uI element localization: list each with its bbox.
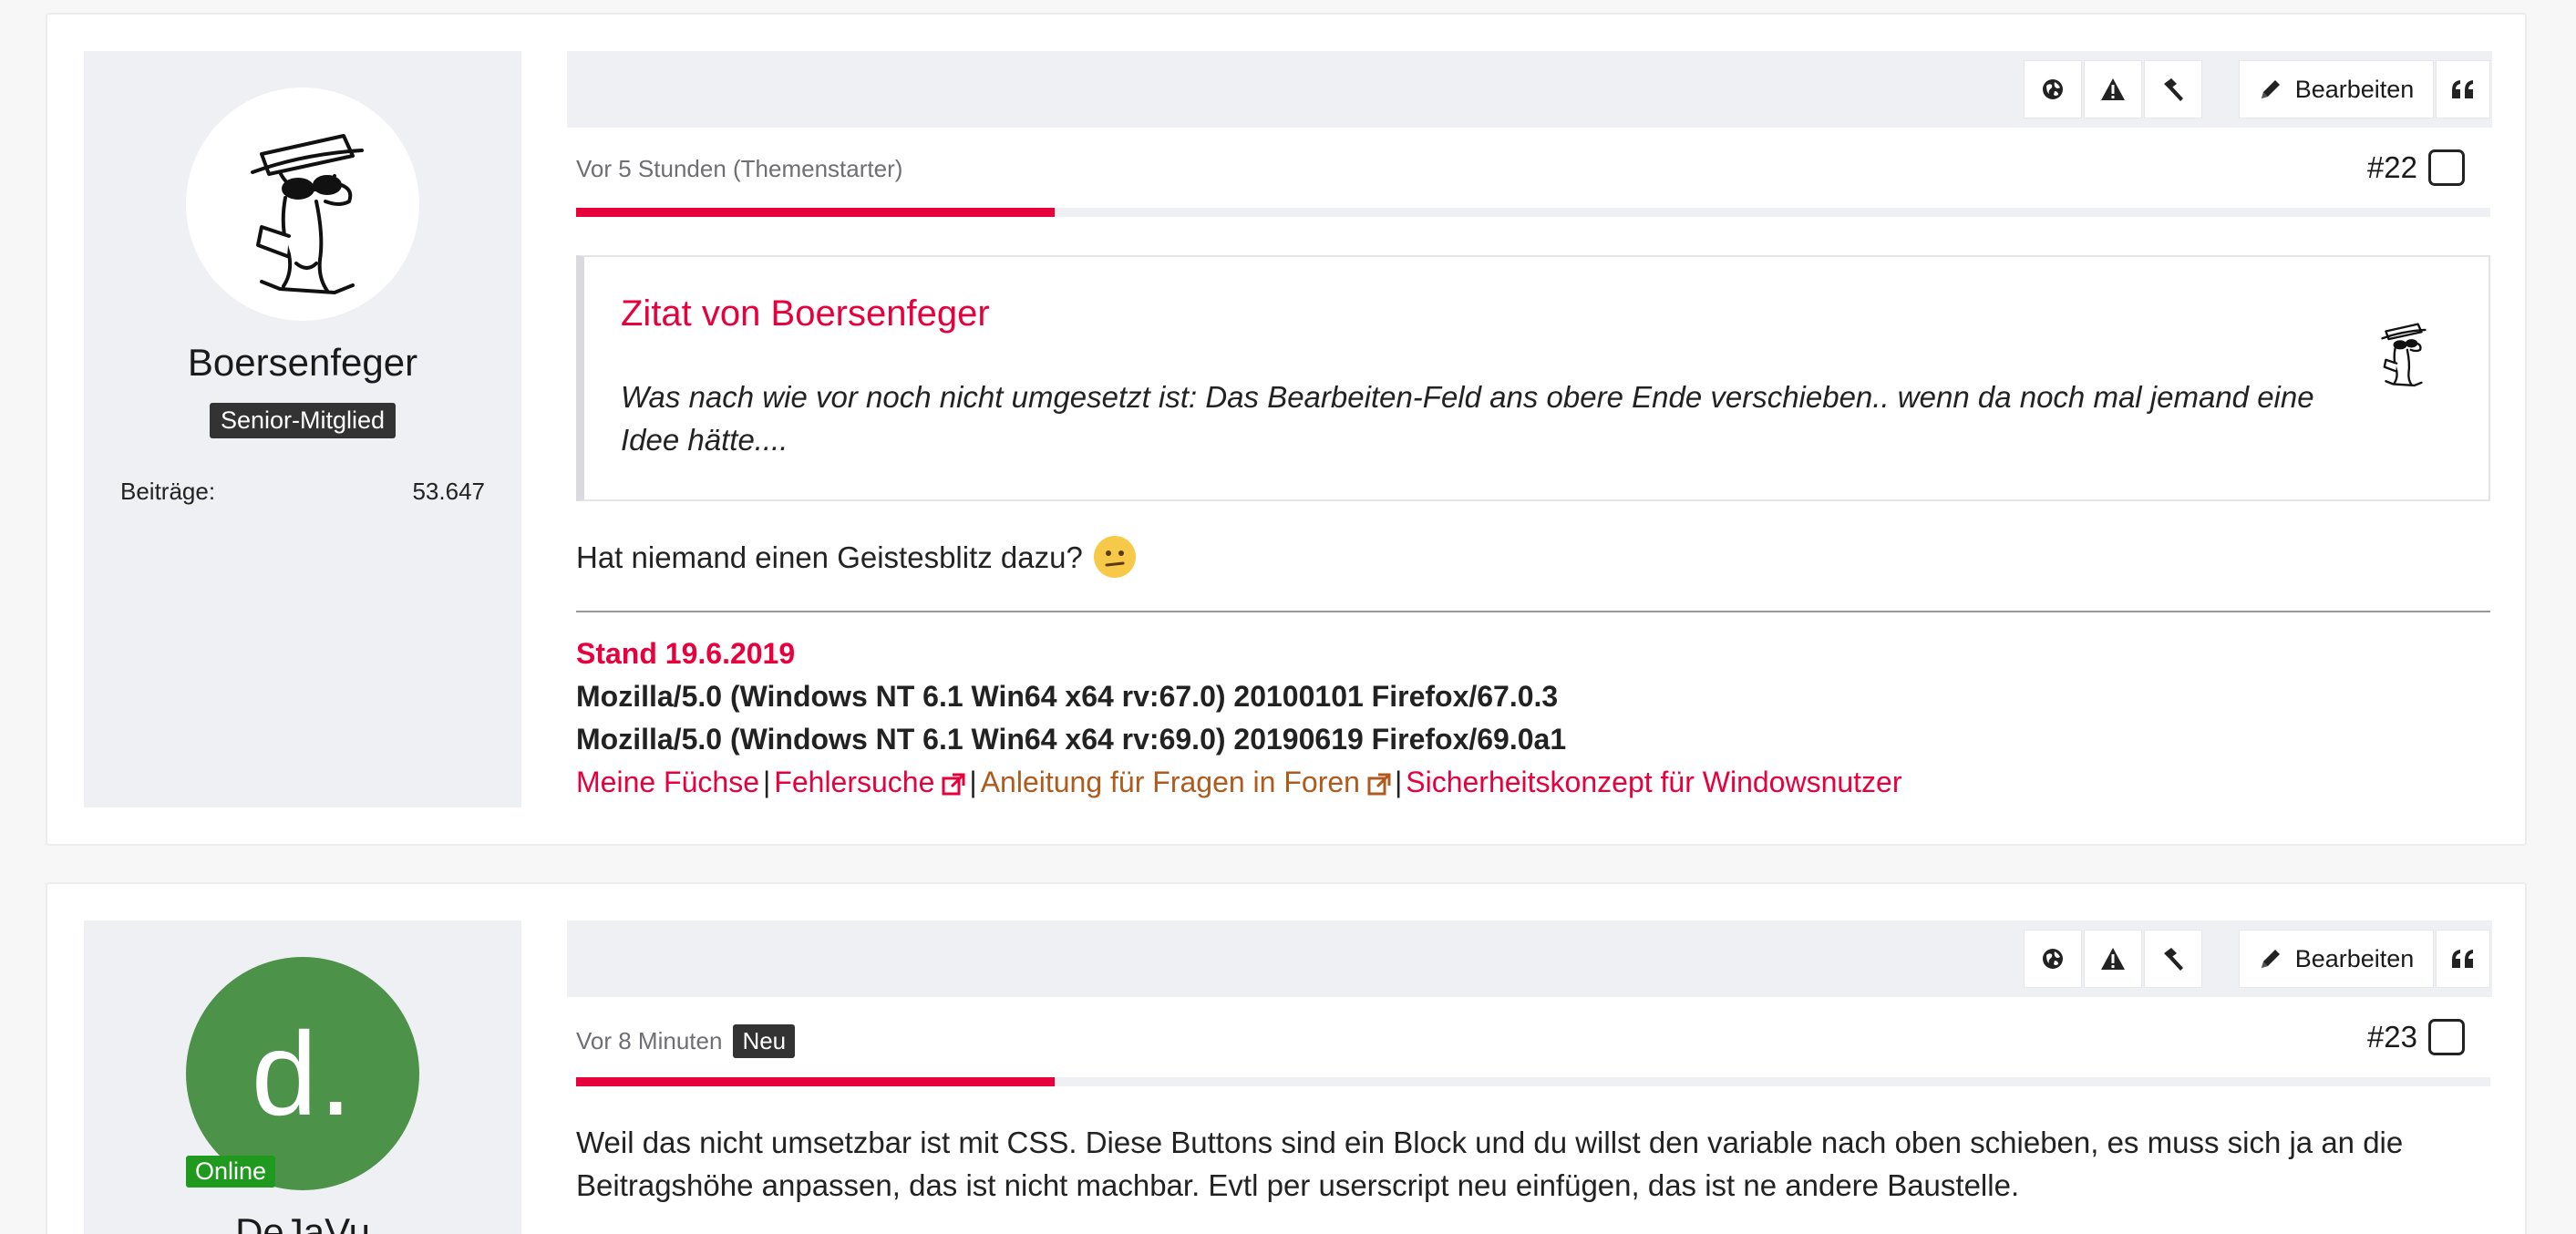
report-button[interactable] [2084, 60, 2142, 118]
rank-container: Senior-Mitglied [84, 403, 521, 438]
quote-button[interactable] [2436, 60, 2490, 118]
post-toolbar: Bearbeiten [567, 920, 2492, 997]
reading-progress-fill [576, 1077, 1055, 1086]
external-link-icon [1367, 773, 1391, 796]
globe-icon [2043, 949, 2063, 969]
signature-link-troubleshooting[interactable]: Fehlersuche [774, 761, 965, 804]
rank-badge: Senior-Mitglied [209, 403, 397, 438]
author-sidebar: d. Online DeJaVu [84, 920, 521, 1234]
quote-button[interactable] [2436, 930, 2490, 988]
signature-link-foxes[interactable]: Meine Füchse [576, 761, 759, 804]
edit-button[interactable]: Bearbeiten [2239, 60, 2434, 118]
pencil-icon [2261, 80, 2280, 98]
edit-label: Bearbeiten [2294, 944, 2415, 972]
stat-value: 53.647 [412, 478, 485, 505]
reading-progress-bar [576, 208, 2490, 217]
external-link-icon [942, 773, 965, 796]
signature-links: Meine Füchse | Fehlersuche | Anleitung f… [576, 761, 2492, 804]
separator: | [1394, 766, 1403, 798]
post-time-wrap: Vor 8 Minuten Neu [576, 1024, 796, 1058]
post-main: Bearbeiten Vor 8 Minuten Neu #23 Weil da… [567, 920, 2492, 1207]
hammer-icon [2164, 78, 2183, 101]
avatar-letter: d. [251, 1007, 355, 1140]
confused-emoji-icon [1093, 536, 1136, 578]
post-main: Bearbeiten Vor 5 Stunden (Themenstarter)… [567, 51, 2492, 804]
post-meta: Vor 5 Stunden (Themenstarter) #22 [567, 128, 2492, 219]
author-name[interactable]: Boersenfeger [84, 341, 521, 385]
pencil-icon [2261, 950, 2280, 968]
quote-author-avatar-icon [2381, 323, 2427, 387]
reading-progress-fill [576, 208, 1055, 217]
post-time[interactable]: Vor 8 Minuten [576, 1027, 722, 1055]
post-time[interactable]: Vor 5 Stunden (Themenstarter) [576, 155, 902, 183]
post-count-stat: Beiträge: 53.647 [120, 478, 485, 506]
new-badge: Neu [733, 1024, 796, 1058]
select-post-checkbox[interactable] [2428, 1019, 2465, 1055]
post-time-wrap: Vor 5 Stunden (Themenstarter) [576, 155, 902, 183]
post: Boersenfeger Senior-Mitglied Beiträge: 5… [46, 13, 2527, 846]
reply-text: Hat niemand einen Geistesblitz dazu? [576, 540, 1083, 574]
signature-date: Stand 19.6.2019 [576, 637, 796, 670]
signature: Stand 19.6.2019 Mozilla/5.0 (Windows NT … [576, 632, 2492, 804]
signature-divider [576, 611, 2490, 612]
avatar[interactable] [186, 87, 419, 321]
separator: | [969, 766, 977, 798]
ip-button[interactable] [2024, 60, 2082, 118]
signature-user-agent-1: Mozilla/5.0 (Windows NT 6.1 Win64 x64 rv… [576, 680, 1559, 713]
spy-dog-avatar-icon [251, 134, 364, 294]
post-content: Hat niemand einen Geistesblitz dazu? [576, 534, 2490, 580]
warning-icon [2101, 948, 2125, 970]
report-button[interactable] [2084, 930, 2142, 988]
quote-text: Was nach wie vor noch nicht umgesetzt is… [621, 380, 2314, 457]
avatar-image[interactable] [186, 87, 419, 321]
post-number-wrap: #23 [2367, 1019, 2465, 1055]
separator: | [762, 766, 771, 798]
post-toolbar: Bearbeiten [567, 51, 2492, 128]
post-number[interactable]: #23 [2367, 1020, 2417, 1054]
signature-link-forum-guide[interactable]: Anleitung für Fragen in Foren [981, 761, 1391, 804]
post-meta: Vor 8 Minuten Neu #23 [567, 997, 2492, 1088]
author-sidebar: Boersenfeger Senior-Mitglied Beiträge: 5… [84, 51, 521, 807]
author-name[interactable]: DeJaVu [84, 1210, 521, 1234]
signature-link-security-concept[interactable]: Sicherheitskonzept für Windowsnutzer [1406, 761, 1901, 804]
moderate-button[interactable] [2144, 60, 2202, 118]
link-text: Anleitung für Fragen in Foren [980, 766, 1360, 798]
link-text: Fehlersuche [774, 766, 935, 798]
globe-icon [2043, 79, 2063, 99]
post-number[interactable]: #22 [2367, 150, 2417, 185]
signature-user-agent-2: Mozilla/5.0 (Windows NT 6.1 Win64 x64 rv… [576, 723, 1567, 756]
post: d. Online DeJaVu Bearbeiten Vor 8 Minute… [46, 882, 2527, 1234]
edit-button[interactable]: Bearbeiten [2239, 930, 2434, 988]
hammer-icon [2164, 948, 2183, 971]
edit-label: Bearbeiten [2294, 75, 2415, 103]
reading-progress-bar [576, 1077, 2490, 1086]
quote-title[interactable]: Zitat von Boersenfeger [621, 293, 990, 334]
online-status-badge: Online [186, 1156, 276, 1188]
post-number-wrap: #22 [2367, 149, 2465, 186]
post-content: Weil das nicht umsetzbar ist mit CSS. Di… [576, 1126, 2404, 1202]
quote-block: Zitat von Boersenfeger Was nach wie vor … [576, 255, 2490, 501]
warning-icon [2101, 78, 2125, 100]
select-post-checkbox[interactable] [2428, 149, 2465, 186]
quote-icon [2452, 950, 2473, 968]
ip-button[interactable] [2024, 930, 2082, 988]
avatar[interactable]: d. Online [186, 957, 419, 1190]
stat-label: Beiträge: [120, 478, 216, 505]
quote-icon [2452, 80, 2473, 98]
moderate-button[interactable] [2144, 930, 2202, 988]
